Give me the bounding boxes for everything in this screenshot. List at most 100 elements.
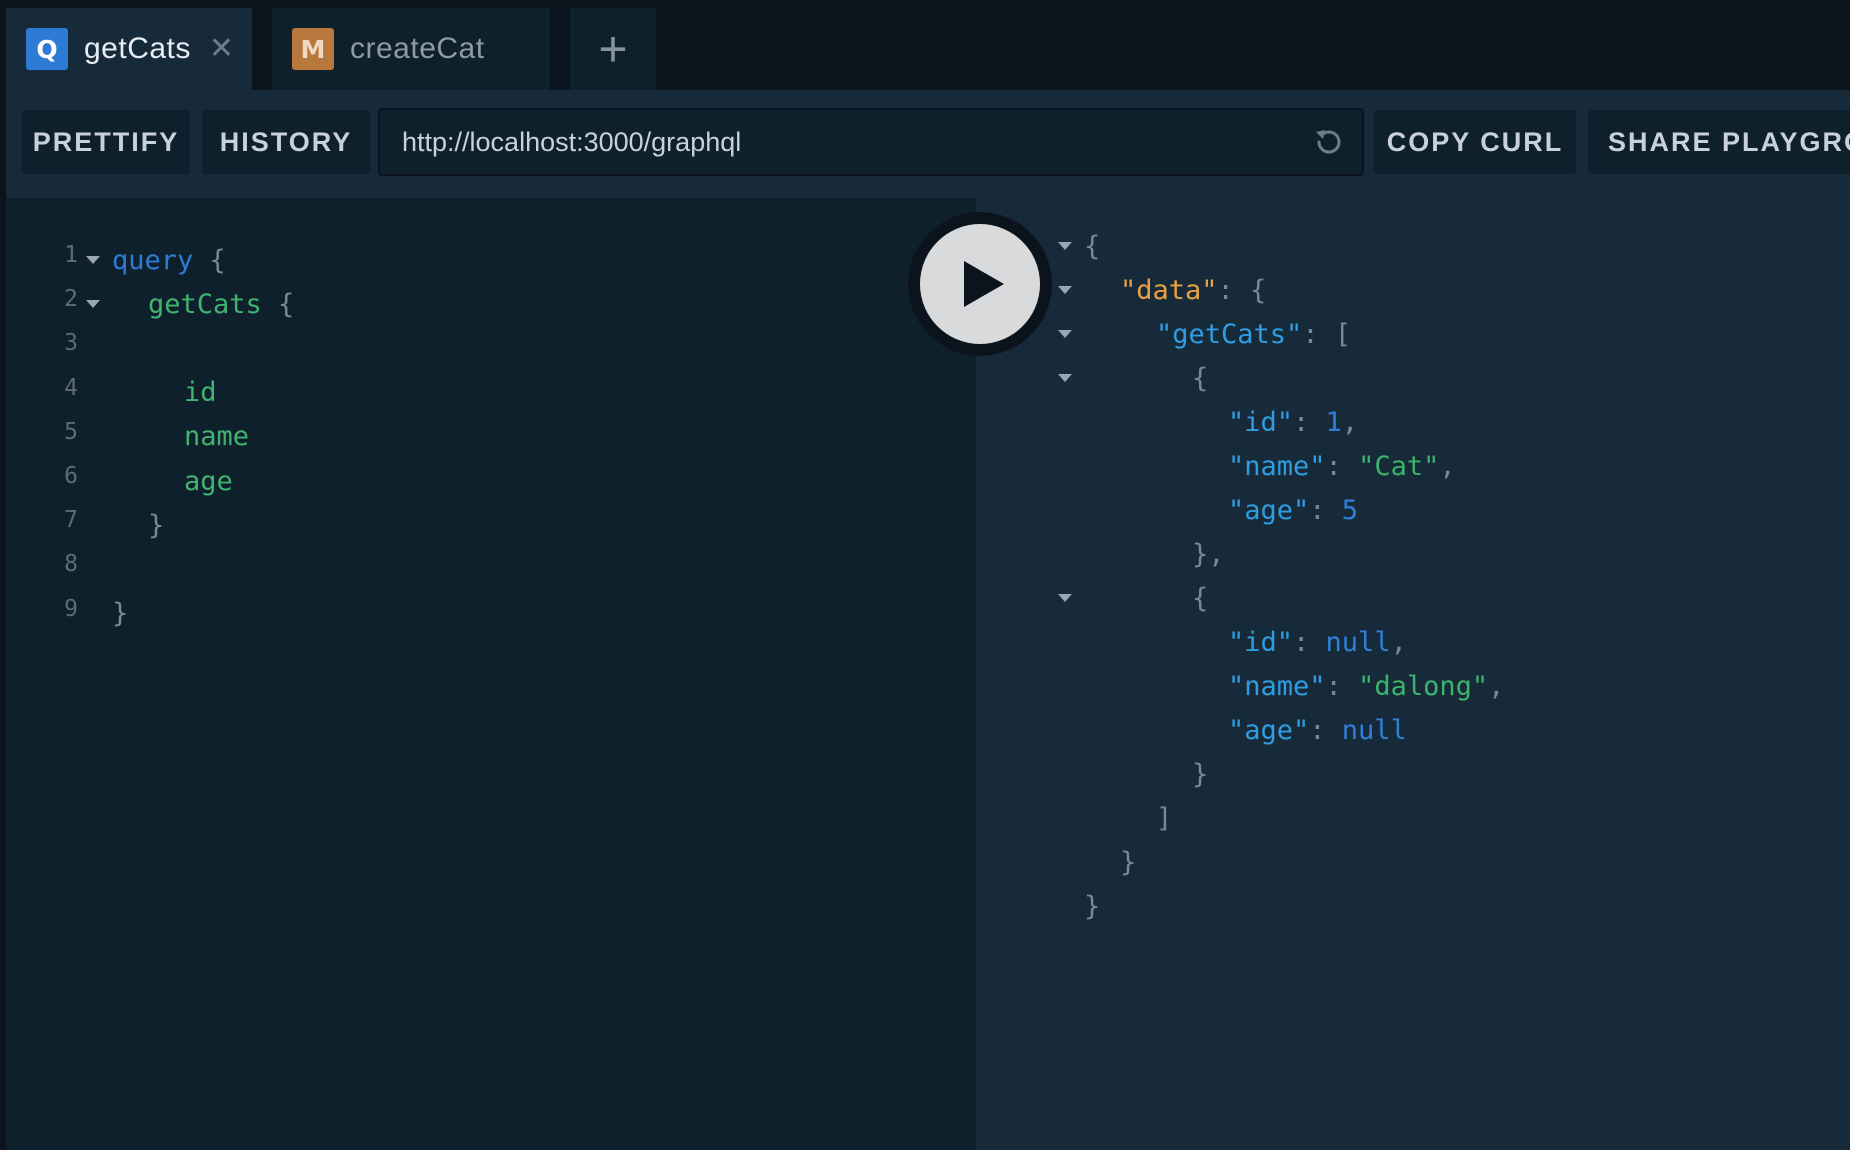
code-token: age [184, 465, 233, 497]
plus-icon[interactable]: + [570, 8, 656, 90]
share-playground-button[interactable]: SHARE PLAYGROUND [1588, 110, 1850, 174]
endpoint-url-field[interactable] [378, 108, 1364, 176]
code-token: } [1084, 890, 1101, 922]
query-line: 1 query { [6, 238, 966, 282]
close-icon[interactable]: ✕ [209, 34, 234, 64]
code-text: } [1084, 891, 1100, 922]
code-token: "Cat" [1358, 450, 1440, 482]
code-token: , [1390, 626, 1407, 658]
result-line: "data": { [976, 268, 1846, 312]
chevron-down-icon[interactable] [86, 300, 100, 309]
line-number: 2 [64, 286, 78, 313]
code-token: id [184, 377, 217, 409]
query-line: 3 [6, 326, 966, 370]
play-button-face[interactable] [920, 224, 1040, 344]
code-text: } [148, 510, 164, 541]
result-line: } [976, 840, 1846, 884]
code-token: "name" [1228, 670, 1326, 702]
code-token: "id" [1228, 406, 1294, 438]
code-token: : [1325, 670, 1359, 702]
code-token: } [112, 598, 129, 630]
result-line: }, [976, 532, 1846, 576]
tab-label: getCats [84, 32, 191, 65]
code-token: "name" [1228, 450, 1326, 482]
execute-query-button[interactable] [908, 212, 1052, 356]
result-line: "age": 5 [976, 488, 1846, 532]
code-text: "id": null, [1228, 627, 1407, 658]
code-token: 5 [1341, 494, 1359, 526]
query-editor[interactable]: 1 query {2 getCats {3 4 id 5 name 6 age 7} 8 9} [6, 198, 976, 1150]
tab-getcats[interactable]: Q getCats ✕ [6, 8, 252, 90]
code-text: name [184, 421, 249, 452]
graphql-playground: Q getCats ✕ M createCat + PRETTIFY HISTO… [0, 0, 1850, 1150]
line-number: 8 [64, 551, 78, 578]
code-token: "age" [1228, 714, 1310, 746]
code-token: : [1309, 494, 1342, 526]
chevron-down-icon[interactable] [1058, 242, 1072, 250]
code-token: null [1325, 626, 1391, 658]
code-token: "id" [1228, 626, 1294, 658]
chevron-down-icon[interactable] [1058, 374, 1072, 382]
code-token: { [1192, 362, 1209, 394]
toolbar: PRETTIFY HISTORY COPY CURL SHARE PLAYGRO… [6, 90, 1850, 198]
result-line: } [976, 884, 1846, 928]
code-token: , [1439, 450, 1456, 482]
line-number: 3 [64, 330, 78, 357]
result-line: "id": null, [976, 620, 1846, 664]
code-token: "age" [1228, 494, 1310, 526]
history-button[interactable]: HISTORY [202, 110, 370, 174]
copy-curl-button[interactable]: COPY CURL [1374, 110, 1576, 174]
query-line: 2 getCats { [6, 282, 966, 326]
result-line: { [976, 356, 1846, 400]
code-text: } [1120, 847, 1136, 878]
code-token: "dalong" [1358, 670, 1489, 702]
code-text: id [184, 377, 217, 408]
code-text: getCats { [148, 289, 294, 320]
chevron-down-icon[interactable] [1058, 330, 1072, 338]
code-text: age [184, 466, 233, 497]
line-number: 4 [64, 374, 78, 401]
code-text: } [1192, 759, 1208, 790]
code-token: } [148, 509, 165, 541]
code-token: { [1192, 582, 1209, 614]
chevron-down-icon[interactable] [1058, 286, 1072, 294]
code-text: "name": "Cat", [1228, 451, 1456, 482]
query-line: 5 name [6, 415, 966, 459]
code-token: : [ [1302, 318, 1352, 350]
code-text: "getCats": [ [1156, 319, 1351, 350]
chevron-down-icon[interactable] [1058, 594, 1072, 602]
tab-bar: Q getCats ✕ M createCat + [0, 0, 1850, 90]
result-viewer: {"data": {"getCats": [{"id": 1, "name": "… [976, 198, 1850, 1150]
code-text: }, [1192, 539, 1225, 570]
line-number: 5 [64, 418, 78, 445]
line-number: 7 [64, 507, 78, 534]
code-token: "getCats" [1156, 318, 1303, 350]
chevron-down-icon[interactable] [86, 256, 100, 264]
endpoint-url-input[interactable] [380, 126, 1308, 158]
result-line: ] [976, 796, 1846, 840]
result-line: "name": "dalong", [976, 664, 1846, 708]
query-line: 8 [6, 547, 966, 591]
code-token: ] [1156, 802, 1173, 834]
result-line: "getCats": [ [976, 312, 1846, 356]
code-token: , [1341, 406, 1359, 438]
query-line: 7} [6, 503, 966, 547]
code-token: : [1325, 450, 1359, 482]
result-line: { [976, 576, 1846, 620]
result-line: "id": 1, [976, 400, 1846, 444]
query-line: 6 age [6, 459, 966, 503]
result-line: "name": "Cat", [976, 444, 1846, 488]
code-text: ] [1156, 803, 1172, 834]
tab-createcat[interactable]: M createCat [272, 8, 550, 90]
code-token: }, [1192, 538, 1225, 570]
prettify-button[interactable]: PRETTIFY [22, 110, 190, 174]
code-token: { [1084, 230, 1101, 262]
tab-label: createCat [350, 32, 485, 65]
reload-icon[interactable] [1308, 122, 1348, 162]
code-token: 1 [1325, 406, 1342, 438]
code-token: "data" [1120, 274, 1218, 306]
code-text: { [1192, 363, 1208, 394]
result-line: { [976, 224, 1846, 268]
code-token: : { [1217, 274, 1267, 306]
query-badge: Q [26, 28, 68, 70]
